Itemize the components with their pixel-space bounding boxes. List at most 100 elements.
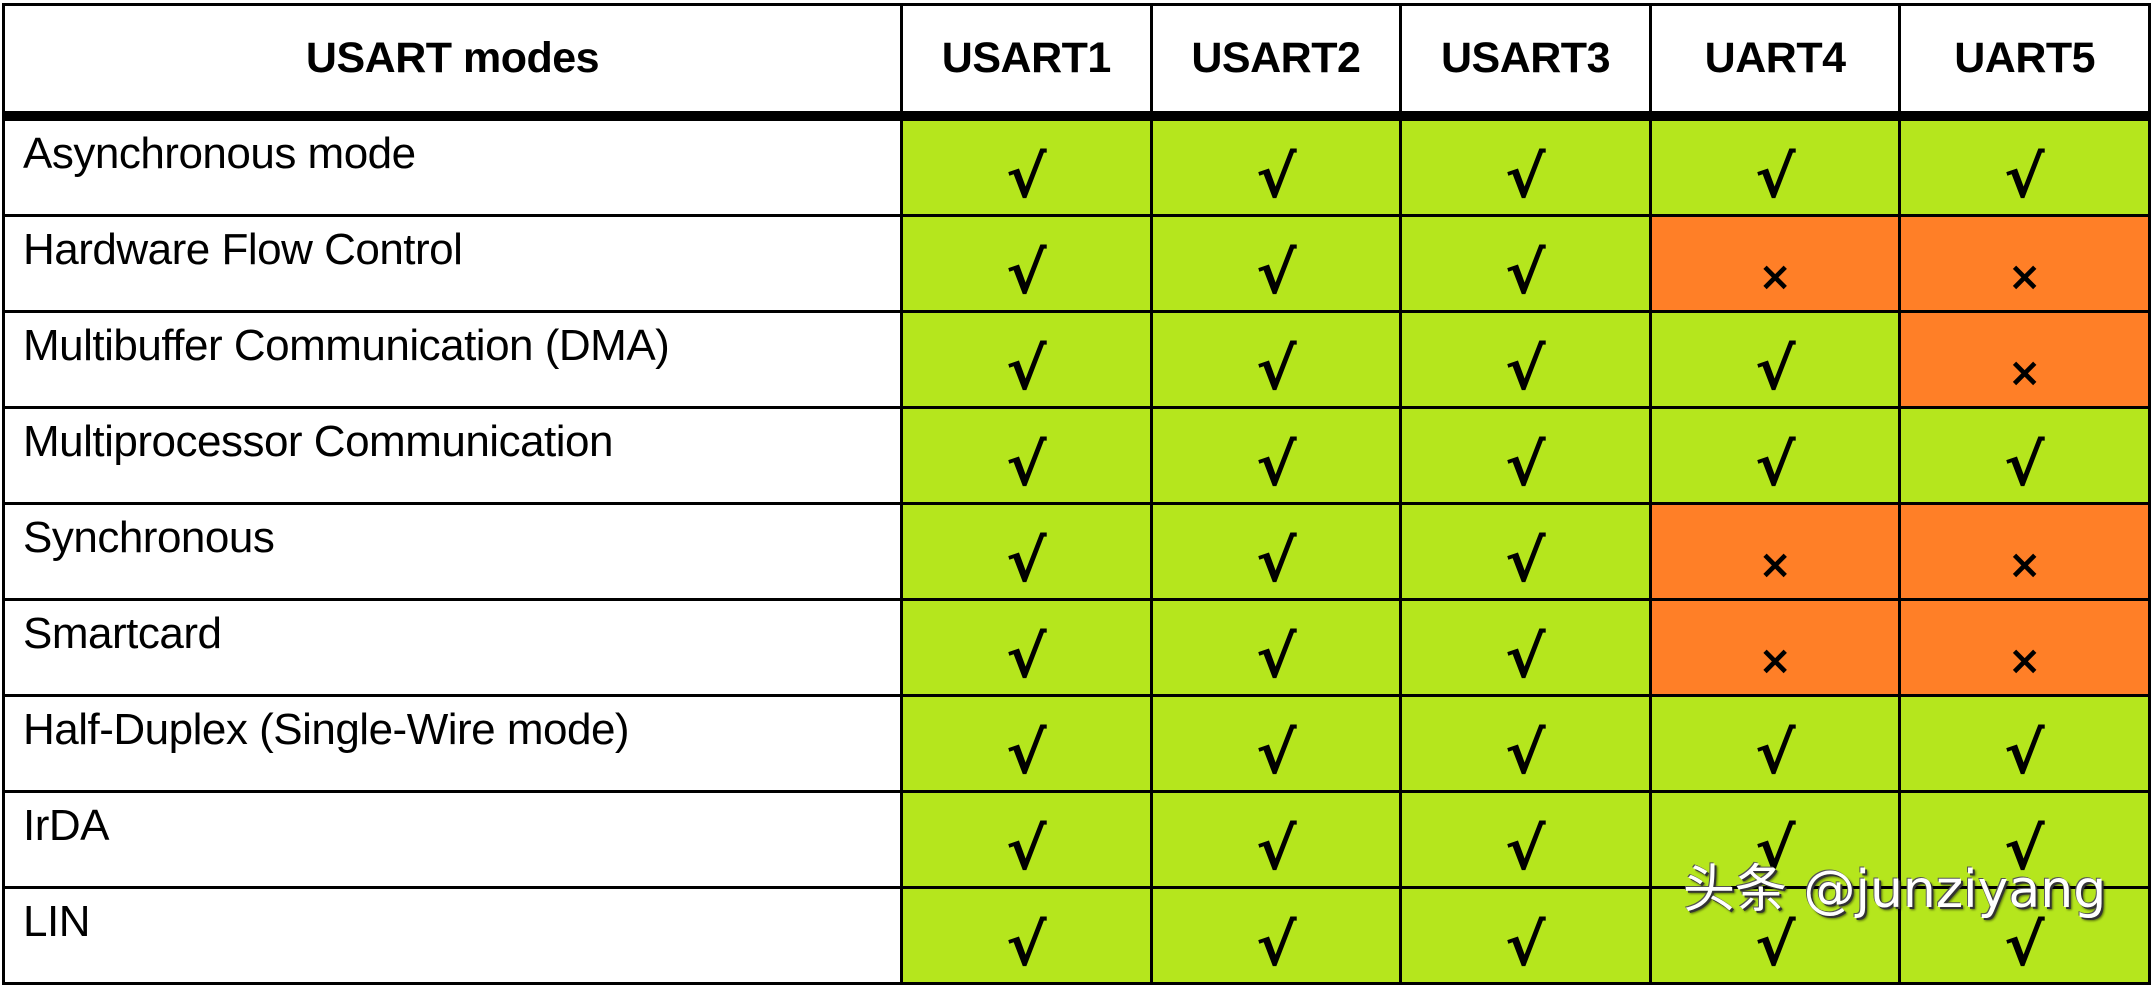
supported-cell: √ [1648, 114, 1902, 217]
header-peripheral: UART5 [1898, 3, 2151, 121]
supported-cell: √ [1399, 406, 1652, 505]
check-icon: √ [1005, 910, 1047, 979]
supported-cell: √ [1648, 886, 1902, 985]
check-icon: √ [1754, 334, 1796, 403]
supported-cell: √ [1149, 214, 1403, 313]
header-peripheral: USART3 [1399, 3, 1652, 121]
supported-cell: √ [1648, 694, 1902, 793]
check-icon: √ [1005, 526, 1047, 595]
mode-label: Asynchronous mode [2, 114, 903, 217]
cross-icon: × [1758, 253, 1792, 300]
check-icon: √ [1505, 814, 1546, 883]
mode-label: Synchronous [2, 502, 903, 601]
supported-cell: √ [1149, 598, 1403, 697]
table-row: Multibuffer Communication (DMA) √ √ √ √ × [2, 310, 2151, 409]
supported-cell: √ [1898, 406, 2151, 505]
check-icon: √ [1005, 334, 1047, 403]
table-row: Smartcard √ √ √ × × [2, 598, 2151, 697]
check-icon: √ [1005, 622, 1047, 691]
supported-cell: √ [1898, 790, 2151, 889]
supported-cell: √ [1399, 886, 1652, 985]
mode-label: Smartcard [2, 598, 903, 697]
supported-cell: √ [1399, 214, 1652, 313]
check-icon: √ [1505, 910, 1546, 979]
check-icon: √ [1754, 910, 1796, 979]
supported-cell: √ [1898, 694, 2151, 793]
supported-cell: √ [900, 214, 1153, 313]
mode-label: IrDA [2, 790, 903, 889]
check-icon: √ [2004, 910, 2045, 979]
cross-icon: × [2007, 349, 2042, 396]
check-icon: √ [1754, 814, 1796, 883]
header-peripheral: USART2 [1149, 3, 1403, 121]
table-body: Asynchronous mode √ √ √ √ √ Hardware Flow Cont… [2, 114, 2151, 985]
check-icon: √ [1505, 718, 1546, 787]
unsupported-cell: × [1648, 598, 1902, 697]
table-row: Hardware Flow Control √ √ √ × × [2, 214, 2151, 313]
table-row: LIN √ √ √ √ √ [2, 886, 2151, 985]
usart-modes-table: USART modes USART1 USART2 USART3 UART4 U… [2, 3, 2151, 985]
check-icon: √ [1255, 622, 1297, 691]
check-icon: √ [1255, 718, 1297, 787]
header-peripheral: USART1 [900, 3, 1153, 121]
unsupported-cell: × [1648, 502, 1902, 601]
check-icon: √ [2004, 814, 2045, 883]
supported-cell: √ [900, 406, 1153, 505]
check-icon: √ [1005, 718, 1047, 787]
check-icon: √ [1255, 430, 1297, 499]
unsupported-cell: × [1898, 598, 2151, 697]
supported-cell: √ [1149, 694, 1403, 793]
unsupported-cell: × [1898, 214, 2151, 313]
cross-icon: × [1758, 637, 1792, 684]
supported-cell: √ [1399, 790, 1652, 889]
check-icon: √ [1505, 526, 1546, 595]
cross-icon: × [2007, 637, 2042, 684]
table-row: Synchronous √ √ √ × × [2, 502, 2151, 601]
supported-cell: √ [1149, 790, 1403, 889]
supported-cell: √ [1898, 114, 2151, 217]
check-icon: √ [1255, 238, 1297, 307]
check-icon: √ [1505, 142, 1546, 211]
check-icon: √ [2004, 718, 2045, 787]
supported-cell: √ [1149, 886, 1403, 985]
supported-cell: √ [1648, 310, 1902, 409]
supported-cell: √ [1399, 114, 1652, 217]
supported-cell: √ [1149, 114, 1403, 217]
check-icon: √ [2004, 142, 2045, 211]
cross-icon: × [1758, 541, 1792, 588]
supported-cell: √ [1399, 598, 1652, 697]
mode-label: Multibuffer Communication (DMA) [2, 310, 903, 409]
supported-cell: √ [900, 114, 1153, 217]
mode-label: Half-Duplex (Single-Wire mode) [2, 694, 903, 793]
cross-icon: × [2007, 253, 2042, 300]
supported-cell: √ [1149, 502, 1403, 601]
supported-cell: √ [1648, 790, 1902, 889]
supported-cell: √ [900, 790, 1153, 889]
table-row: IrDA √ √ √ √ √ [2, 790, 2151, 889]
header-modes: USART modes [2, 3, 903, 121]
cross-icon: × [2007, 541, 2042, 588]
table-row: Half-Duplex (Single-Wire mode) √ √ √ √ √ [2, 694, 2151, 793]
check-icon: √ [1255, 526, 1297, 595]
supported-cell: √ [900, 310, 1153, 409]
check-icon: √ [1255, 910, 1297, 979]
check-icon: √ [1505, 238, 1546, 307]
supported-cell: √ [900, 598, 1153, 697]
check-icon: √ [1754, 718, 1796, 787]
supported-cell: √ [1399, 502, 1652, 601]
check-icon: √ [1505, 334, 1546, 403]
supported-cell: √ [1399, 310, 1652, 409]
unsupported-cell: × [1648, 214, 1902, 313]
mode-label: LIN [2, 886, 903, 985]
check-icon: √ [1005, 142, 1047, 211]
check-icon: √ [1255, 334, 1297, 403]
check-icon: √ [1754, 142, 1796, 211]
supported-cell: √ [1149, 310, 1403, 409]
check-icon: √ [1505, 430, 1546, 499]
check-icon: √ [1754, 430, 1796, 499]
check-icon: √ [1005, 814, 1047, 883]
check-icon: √ [1255, 814, 1297, 883]
unsupported-cell: × [1898, 502, 2151, 601]
supported-cell: √ [1898, 886, 2151, 985]
table-row: Asynchronous mode √ √ √ √ √ [2, 114, 2151, 217]
